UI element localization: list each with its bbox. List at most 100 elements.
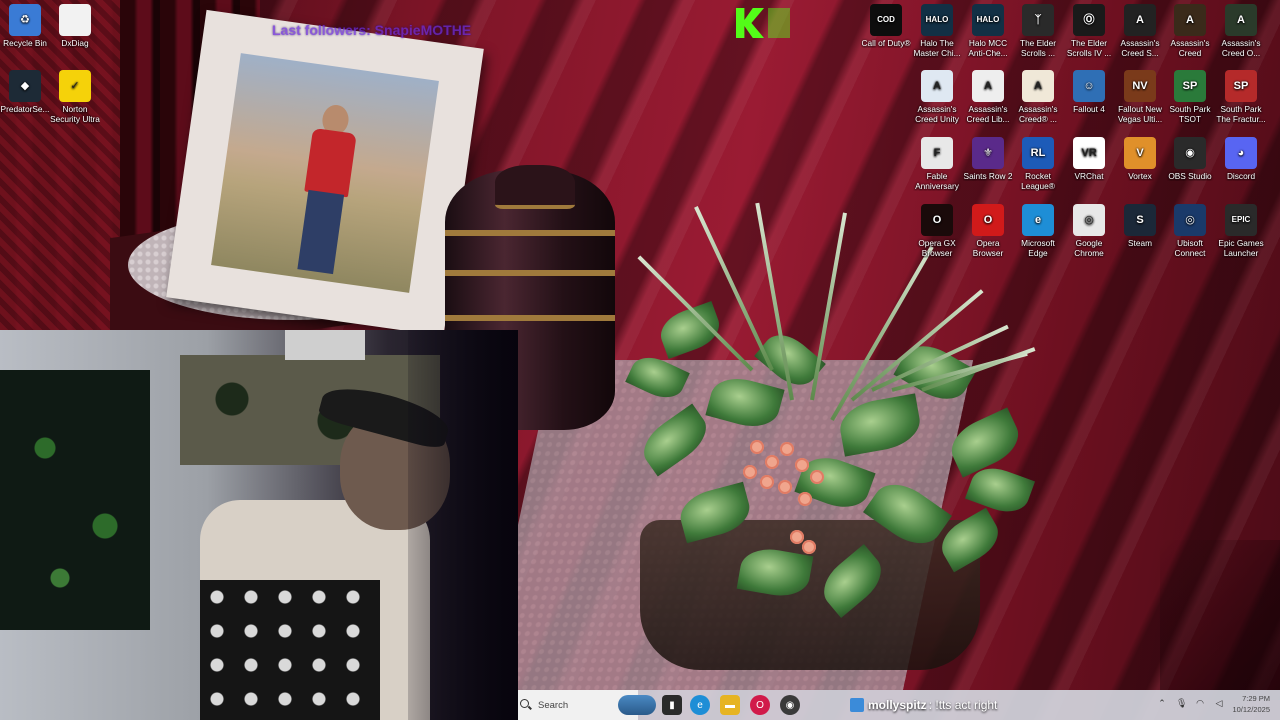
desktop-icon-label: South Park TSOT [1169,104,1211,124]
fable-icon: F [921,137,953,169]
plant-leaf [814,544,891,618]
opera-gx-icon: O [921,204,953,236]
desktop-icon-label: Assassin's Creed S... [1120,38,1160,58]
desktop-icon-vortex[interactable]: V Vortex [1115,137,1165,181]
desktop-icon-south-park-fbw[interactable]: SP South Park The Fractur... [1216,70,1266,124]
webcam-person-shorts [200,580,380,720]
desktop-icon-obs[interactable]: ◉ OBS Studio [1165,137,1215,181]
photo-person-shirt [304,127,357,198]
obs-icon[interactable]: ◉ [780,695,800,715]
desktop-icon-saints-row[interactable]: ⚜ Saints Row 2 [963,137,1013,181]
desktop-icon-label: Google Chrome [1074,238,1104,258]
desktop-icon-rocket-league[interactable]: RL Rocket League® [1013,137,1063,191]
desktop-icon-chrome[interactable]: ◎ Google Chrome [1064,204,1114,258]
plant-blade [830,245,934,421]
desktop-icon-fallout-nv[interactable]: NV Fallout New Vegas Ulti... [1115,70,1165,124]
chrome-icon: ◎ [1073,204,1105,236]
desktop-icon-discord[interactable]: ◕ Discord [1216,137,1266,181]
desktop-icon-assassins-creed[interactable]: A Assassin's Creed S... [1115,4,1165,58]
desktop-icon-label: The Elder Scrolls IV ... [1066,38,1112,58]
oblivion-icon: Ⓞ [1073,4,1105,36]
desktop-icon-steam[interactable]: S Steam [1115,204,1165,248]
desktop-icon-predator-sense[interactable]: ◆ PredatorSe... [0,70,50,114]
plant-flower [743,465,757,479]
file-explorer-icon[interactable]: ▬ [720,695,740,715]
document-icon [59,4,91,36]
ac-classic-icon: A [1022,70,1054,102]
desktop-icon-label: Assassin's Creed® ... [1018,104,1058,124]
taskbar-widget-icon[interactable] [618,695,656,715]
desktop-icon-ac-origins[interactable]: A Assassin's Creed O... [1216,4,1266,58]
desktop-icon-label: Rocket League® [1021,171,1055,191]
desktop-icon-elder-scrolls[interactable]: ᛉ The Elder Scrolls ... [1013,4,1063,58]
recycle-bin-icon: ♻ [9,4,41,36]
desktop-icon-halo-mcc[interactable]: HALO Halo The Master Chi... [912,4,962,58]
halo-anticheat-icon: HALO [972,4,1004,36]
edge-icon: e [1022,204,1054,236]
desktop-icon-south-park-tsot[interactable]: SP South Park TSOT [1165,70,1215,124]
kick-k-shadow [768,8,790,38]
desktop-icon-label: Assassin's Creed Unity [915,104,959,124]
desktop-icon-label: Assassin's Creed Mirage [1170,38,1210,58]
desktop-icon-ubisoft[interactable]: ◎ Ubisoft Connect [1165,204,1215,258]
desktop-icon-label: Fable Anniversary [915,171,959,191]
desktop-icon-label: Opera Browser [972,238,1004,258]
wifi-icon[interactable]: ◠ [1195,698,1205,708]
desktop-icon-label: Fallout 4 [1073,104,1105,114]
microphone-icon[interactable]: 🎙 [1176,698,1187,708]
edge-icon[interactable]: e [690,695,710,715]
desktop-icon-label: Call of Duty® [861,38,911,48]
plant-flower [798,492,812,506]
urn-band [445,230,615,236]
desktop-icon-halo-anticheat[interactable]: HALO Halo MCC Anti-Che... [963,4,1013,58]
desktop-icon-ac-liberation[interactable]: A Assassin's Creed Lib... [963,70,1013,124]
desktop-icon-fable[interactable]: F Fable Anniversary [912,137,962,191]
desktop-icon-vrchat[interactable]: VR VRChat [1064,137,1114,181]
plant-flower [810,470,824,484]
kick-k-glyph [736,8,764,38]
desktop-icon-call-of-duty[interactable]: COD Call of Duty® [861,4,911,48]
desktop-icon-epic-games[interactable]: EPIC Epic Games Launcher [1216,204,1266,258]
elder-scrolls-icon: ᛉ [1022,4,1054,36]
desktop-icon-opera-gx[interactable]: O Opera GX Browser [912,204,962,258]
desktop-icon-opera[interactable]: O Opera Browser [963,204,1013,258]
call-of-duty-icon: COD [870,4,902,36]
webcam-shadow [408,330,518,720]
desktop-icon-norton[interactable]: ✓ Norton Security Ultra [50,70,100,124]
desktop-icon-edge[interactable]: e Microsoft Edge [1013,204,1063,258]
wallpaper-photo [211,53,439,293]
plant-flower [750,440,764,454]
desktop-icon-label: The Elder Scrolls ... [1020,38,1056,58]
task-view-icon[interactable]: ▮ [662,695,682,715]
plant-flower [780,442,794,456]
volume-icon[interactable]: ◁ [1214,698,1224,708]
taskbar: Search ▮ e ▬ O ◉ mollyspitz : !tts act r… [518,690,1280,720]
desktop-icon-label: Fallout New Vegas Ulti... [1117,104,1163,124]
webcam-overlay [0,330,518,720]
desktop-icon-oblivion[interactable]: Ⓞ The Elder Scrolls IV ... [1064,4,1114,58]
desktop-icon-document[interactable]: DxDiag [50,4,100,48]
predator-sense-icon: ◆ [9,70,41,102]
wallpaper-shadow [1160,540,1280,700]
ac-liberation-icon: A [972,70,1004,102]
taskbar-search-placeholder: Search [538,699,569,711]
desktop-icon-label: Norton Security Ultra [50,104,100,124]
desktop-icon-label: DxDiag [61,38,89,48]
desktop-icon-ac-mirage[interactable]: AAssassin's Creed Mirage [1165,4,1215,58]
chevron-up-icon[interactable]: ⌃ [1157,698,1167,708]
urn-band [445,270,615,276]
desktop-icon-label: Assassin's Creed Lib... [966,104,1010,124]
desktop-icon-label: Recycle Bin [3,38,47,48]
opera-gx-icon[interactable]: O [750,695,770,715]
norton-icon: ✓ [59,70,91,102]
desktop-icon-ac-unity[interactable]: A Assassin's Creed Unity [912,70,962,124]
desktop-icon-recycle-bin[interactable]: ♻ Recycle Bin [0,4,50,48]
desktop-icon-label: OBS Studio [1168,171,1212,181]
taskbar-clock[interactable]: 7:29 PM 10/12/2025 [1224,693,1270,715]
south-park-tsot-icon: SP [1174,70,1206,102]
plant-flower [760,475,774,489]
desktop-icon-ac-classic[interactable]: A Assassin's Creed® ... [1013,70,1063,124]
desktop-icon-fallout4[interactable]: ☺ Fallout 4 [1064,70,1114,114]
opera-icon: O [972,204,1004,236]
photo-person-legs [297,189,345,275]
